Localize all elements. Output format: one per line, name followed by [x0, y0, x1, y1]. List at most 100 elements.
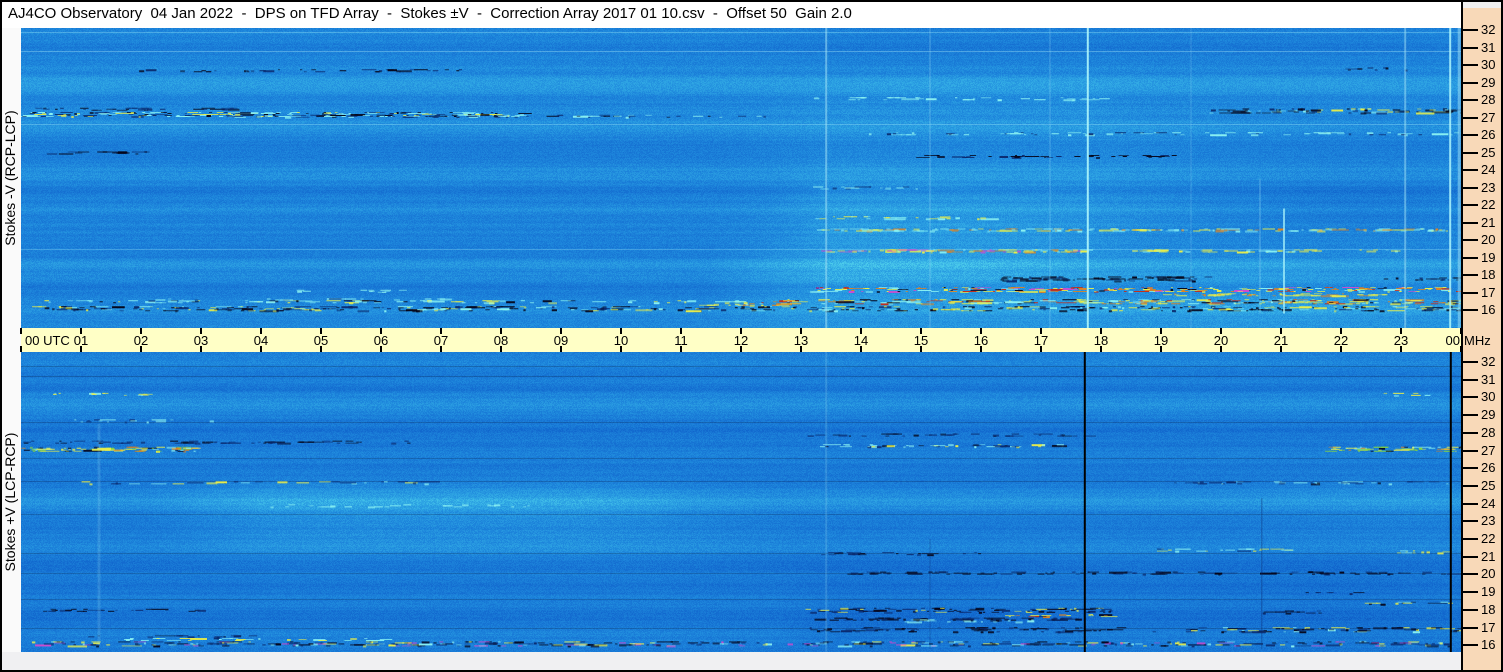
- freq-tick-label: 28: [1481, 92, 1496, 107]
- time-tick-top: [20, 328, 22, 334]
- freq-tick-label: 21: [1481, 215, 1496, 230]
- freq-tick-label: 29: [1481, 75, 1496, 90]
- freq-tick-label: 20: [1481, 232, 1496, 247]
- y-axis-title-bottom: Stokes +V (LCP-RCP): [2, 432, 18, 572]
- time-tick-label: 12: [733, 333, 749, 348]
- freq-tick: [1463, 134, 1478, 136]
- time-tick-label: 15: [913, 333, 929, 348]
- freq-tick-label: 32: [1481, 354, 1496, 369]
- freq-tick-label: 17: [1481, 285, 1496, 300]
- freq-tick: [1463, 414, 1478, 416]
- freq-tick: [1463, 450, 1478, 452]
- freq-tick-label: 25: [1481, 145, 1496, 160]
- freq-tick: [1463, 573, 1478, 575]
- freq-tick: [1463, 64, 1478, 66]
- freq-tick-label: 24: [1481, 496, 1496, 511]
- freq-tick: [1463, 222, 1478, 224]
- time-tick-label: 14: [853, 333, 869, 348]
- time-tick-label: 06: [373, 333, 389, 348]
- freq-tick-label: 21: [1481, 549, 1496, 564]
- time-tick-label: 13: [793, 333, 809, 348]
- time-tick-label: 20: [1213, 333, 1229, 348]
- freq-tick: [1463, 204, 1478, 206]
- freq-tick: [1463, 627, 1478, 629]
- time-tick-label: 11: [674, 333, 688, 348]
- freq-tick: [1463, 361, 1478, 363]
- freq-tick: [1463, 379, 1478, 381]
- freq-tick: [1463, 396, 1478, 398]
- time-tick-label: 19: [1153, 333, 1169, 348]
- freq-tick: [1463, 47, 1478, 49]
- freq-tick: [1463, 117, 1478, 119]
- freq-tick-label: 30: [1481, 57, 1496, 72]
- freq-tick-label: 32: [1481, 22, 1496, 37]
- time-tick-label: 00: [1445, 333, 1460, 348]
- time-tick-label: 05: [313, 333, 329, 348]
- freq-tick-label: 27: [1481, 443, 1496, 458]
- freq-tick-label: 20: [1481, 566, 1496, 581]
- freq-tick: [1463, 556, 1478, 558]
- freq-tick-label: 26: [1481, 127, 1496, 142]
- freq-tick: [1463, 644, 1478, 646]
- time-tick-label: 08: [493, 333, 509, 348]
- chart-title: AJ4CO Observatory 04 Jan 2022 - DPS on T…: [8, 5, 852, 22]
- freq-tick: [1463, 309, 1478, 311]
- freq-tick-label: 29: [1481, 407, 1496, 422]
- freq-tick-label: 19: [1481, 250, 1496, 265]
- freq-tick-label: 26: [1481, 460, 1496, 475]
- freq-tick-label: 18: [1481, 267, 1496, 282]
- freq-tick-label: 16: [1481, 637, 1496, 652]
- spectrogram-bottom-canvas: [21, 352, 1461, 652]
- freq-tick-label: 16: [1481, 302, 1496, 317]
- time-tick-bottom: [1460, 346, 1462, 352]
- freq-tick: [1463, 274, 1478, 276]
- time-tick-label: 23: [1393, 333, 1409, 348]
- freq-tick-label: 23: [1481, 513, 1496, 528]
- time-tick-label: 10: [613, 333, 629, 348]
- freq-tick: [1463, 432, 1478, 434]
- time-tick-label: 02: [133, 333, 149, 348]
- time-tick-label: 09: [553, 333, 569, 348]
- freq-tick-label: 24: [1481, 162, 1496, 177]
- spectrogram-top-canvas: [21, 28, 1461, 328]
- freq-tick: [1463, 187, 1478, 189]
- time-tick-label: 03: [193, 333, 209, 348]
- freq-tick-label: 31: [1481, 372, 1496, 387]
- spectrograph-image: AJ4CO Observatory 04 Jan 2022 - DPS on T…: [0, 0, 1503, 672]
- time-tick-label: 04: [253, 333, 269, 348]
- freq-tick: [1463, 520, 1478, 522]
- freq-tick: [1463, 292, 1478, 294]
- freq-tick-label: 22: [1481, 197, 1496, 212]
- freq-tick: [1463, 467, 1478, 469]
- time-tick-label: 22: [1333, 333, 1349, 348]
- freq-tick-label: 31: [1481, 40, 1496, 55]
- time-tick-label: 07: [433, 333, 449, 348]
- freq-tick: [1463, 239, 1478, 241]
- freq-tick-label: 17: [1481, 620, 1496, 635]
- freq-tick-label: 22: [1481, 531, 1496, 546]
- freq-tick: [1463, 591, 1478, 593]
- time-tick-label: 17: [1033, 333, 1049, 348]
- time-tick-label: 16: [973, 333, 989, 348]
- freq-tick-label: 28: [1481, 425, 1496, 440]
- freq-tick: [1463, 485, 1478, 487]
- time-tick-top: [1460, 328, 1462, 334]
- freq-tick: [1463, 169, 1478, 171]
- axis-separator-line: [1461, 2, 1463, 670]
- bottom-margin: [2, 652, 1461, 670]
- freq-tick-label: 19: [1481, 584, 1496, 599]
- freq-tick-label: 25: [1481, 478, 1496, 493]
- freq-tick: [1463, 257, 1478, 259]
- freq-tick: [1463, 538, 1478, 540]
- freq-tick: [1463, 99, 1478, 101]
- freq-tick: [1463, 152, 1478, 154]
- freq-tick-label: 27: [1481, 110, 1496, 125]
- freq-tick: [1463, 503, 1478, 505]
- freq-tick-label: 30: [1481, 389, 1496, 404]
- freq-tick-label: 18: [1481, 602, 1496, 617]
- freq-tick: [1463, 82, 1478, 84]
- freq-unit-label: MHz: [1464, 333, 1491, 348]
- time-tick-label: 21: [1273, 333, 1289, 348]
- time-tick-label: 01: [73, 333, 89, 348]
- time-tick-label: 00 UTC: [25, 333, 70, 348]
